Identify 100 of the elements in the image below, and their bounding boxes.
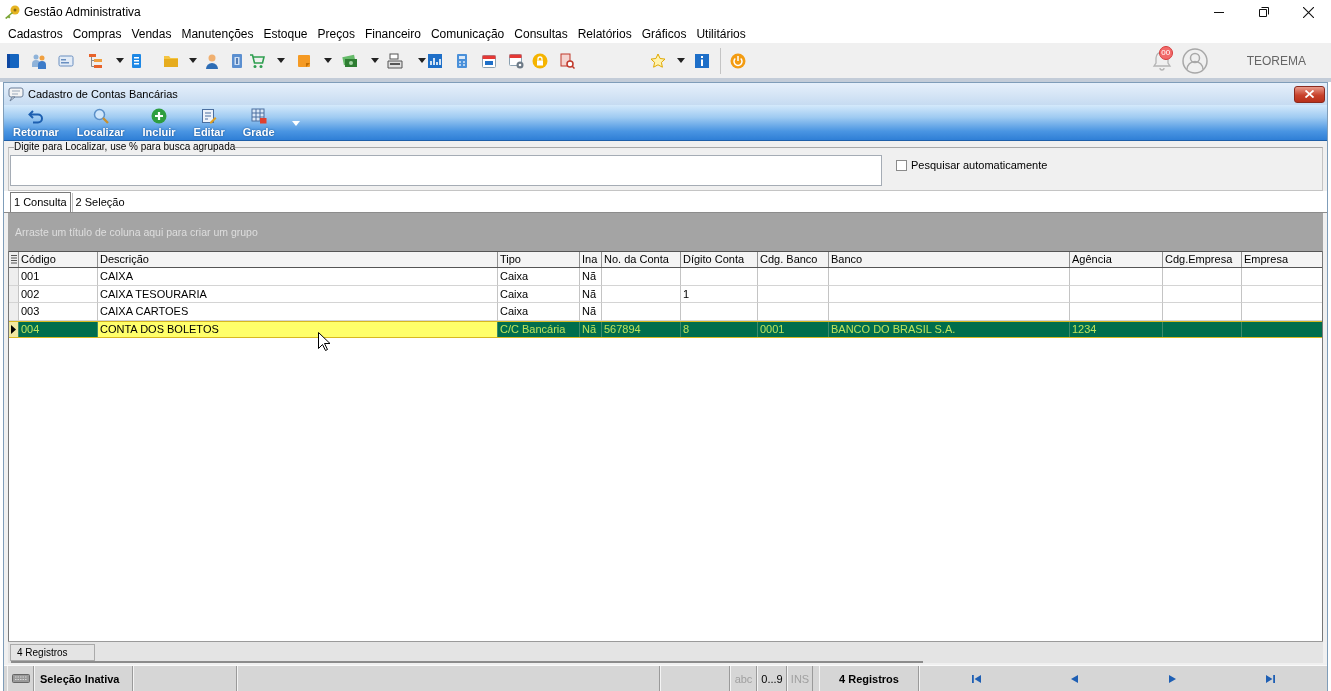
column-header[interactable]: Cdg.Empresa: [1163, 252, 1242, 267]
caret-icon[interactable]: [277, 58, 285, 63]
status-indicator: 0...9: [761, 672, 783, 685]
column-header[interactable]: Cdg. Banco: [758, 252, 829, 267]
menu-item[interactable]: Preços: [317, 26, 355, 41]
table-cell: 002: [19, 285, 98, 303]
person-icon[interactable]: [204, 52, 220, 69]
menu-item[interactable]: Comunicação: [430, 26, 505, 41]
menu-item[interactable]: Cadastros: [8, 26, 63, 41]
last-record-icon[interactable]: [1265, 674, 1275, 683]
close-icon: [1305, 90, 1314, 98]
table-cell: CAIXA: [98, 268, 498, 286]
tab[interactable]: 2 Seleção: [71, 193, 128, 212]
table-cell: Nã: [580, 303, 602, 321]
search-field[interactable]: [10, 155, 882, 186]
caret-icon[interactable]: [324, 58, 332, 63]
table-cell: 003: [19, 303, 98, 321]
table-cell: 1234: [1070, 321, 1163, 337]
column-header[interactable]: Código: [19, 252, 98, 267]
note-icon[interactable]: [296, 52, 312, 69]
speech-bubble-icon: [8, 86, 24, 102]
info-icon[interactable]: [694, 52, 710, 69]
table-cell: C/C Bancária: [498, 321, 580, 337]
caret-icon[interactable]: [677, 58, 685, 63]
column-header[interactable]: Empresa: [1242, 252, 1322, 267]
menu-item[interactable]: Relatórios: [577, 26, 632, 41]
table-cell: 1: [681, 285, 758, 303]
record-count: 4 Registros: [10, 644, 95, 661]
caret-icon[interactable]: [116, 58, 124, 63]
table-row[interactable]: 003 CAIXA CARTOES Caixa Nã: [9, 303, 1322, 321]
menu-item[interactable]: Vendas: [131, 26, 172, 41]
checkbox[interactable]: [896, 160, 907, 171]
table-cell: Caixa: [498, 285, 580, 303]
menu-item[interactable]: Manutenções: [181, 26, 254, 41]
menu-item[interactable]: Consultas: [514, 26, 568, 41]
previous-record-icon[interactable]: [1071, 674, 1079, 683]
column-header[interactable]: Descrição: [98, 252, 498, 267]
key-icon: [4, 5, 20, 19]
table-cell: 0001: [758, 321, 829, 337]
close-icon[interactable]: [1303, 6, 1314, 18]
tab[interactable]: 1 Consulta: [10, 192, 71, 212]
page-icon[interactable]: [229, 52, 245, 69]
first-record-icon[interactable]: [972, 674, 982, 683]
table-cell: 8: [681, 321, 758, 337]
menu-item[interactable]: Gráficos: [641, 26, 687, 41]
search-label: Digite para Localizar, use % para busca agrupada: [14, 141, 236, 153]
table-cell: 001: [19, 268, 98, 286]
notification-badge: 00: [1158, 45, 1173, 60]
org-chart-icon[interactable]: [87, 52, 103, 69]
table-cell: CONTA DOS BOLETOS: [98, 321, 498, 337]
menu-item[interactable]: Estoque: [263, 26, 308, 41]
table-cell: BANCO DO BRASIL S.A.: [829, 321, 1070, 337]
bar-chart-icon[interactable]: [427, 52, 443, 69]
cart-icon[interactable]: [249, 52, 265, 69]
money-icon[interactable]: [342, 52, 358, 69]
column-header[interactable]: Dígito Conta: [681, 252, 758, 267]
table-cell: Nã: [580, 268, 602, 286]
form-title: Cadastro de Contas Bancárias: [28, 88, 178, 100]
table-cell: 567894: [602, 321, 681, 337]
book-icon[interactable]: [5, 52, 21, 69]
table-cell: Caixa: [498, 303, 580, 321]
table-cell: Nã: [580, 285, 602, 303]
caret-icon[interactable]: [371, 58, 379, 63]
card-icon[interactable]: [58, 52, 74, 69]
column-header[interactable]: No. da Conta: [602, 252, 681, 267]
undo-arrow-icon: [27, 108, 44, 124]
mouse-pointer-icon: [318, 332, 330, 351]
table-row[interactable]: 002 CAIXA TESOURARIA Caixa Nã 1: [9, 285, 1322, 303]
star-icon[interactable]: [650, 52, 666, 69]
next-record-icon[interactable]: [1168, 674, 1176, 683]
caret-icon[interactable]: [189, 58, 197, 63]
column-header[interactable]: Agência: [1070, 252, 1163, 267]
menu-item[interactable]: Compras: [72, 26, 122, 41]
column-header[interactable]: Ina: [580, 252, 602, 267]
checkbox-label[interactable]: Pesquisar automaticamente: [911, 159, 1048, 171]
minimize-icon[interactable]: [1213, 11, 1224, 13]
table-cell: CAIXA TESOURARIA: [98, 285, 498, 303]
close-button[interactable]: [1294, 85, 1325, 103]
printer-icon[interactable]: [387, 52, 403, 69]
status-text: Seleção Inativa: [40, 672, 120, 685]
column-header[interactable]: Banco: [829, 252, 1070, 267]
calendar-gear-icon[interactable]: [508, 52, 524, 69]
row-pointer-icon: [11, 324, 16, 334]
list-icon[interactable]: [10, 255, 17, 264]
menu-item[interactable]: Utilitários: [696, 26, 746, 41]
plus-icon: [151, 108, 168, 124]
users-icon[interactable]: [31, 52, 47, 69]
table-cell: Nã: [580, 321, 602, 337]
document-search-icon[interactable]: [559, 52, 575, 69]
edit-icon: [201, 108, 218, 124]
restore-icon[interactable]: [1258, 7, 1269, 17]
menu-item[interactable]: Financeiro: [364, 26, 421, 41]
calculator-icon[interactable]: [454, 52, 470, 69]
table-row[interactable]: 001 CAIXA Caixa Nã: [9, 268, 1322, 286]
column-header[interactable]: Tipo: [498, 252, 580, 267]
status-record-count: 4 Registros: [839, 672, 899, 685]
keyboard-icon: [11, 674, 30, 683]
calendar-icon[interactable]: [481, 52, 497, 69]
caret-icon[interactable]: [418, 58, 426, 63]
search-icon: [92, 108, 109, 124]
